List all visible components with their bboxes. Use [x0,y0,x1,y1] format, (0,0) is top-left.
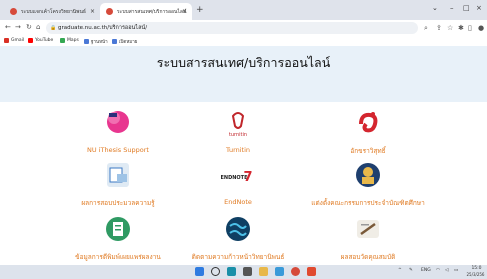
bookmark-star-icon[interactable]: ☆ [447,24,453,32]
tab-title: ระบบสารสนเทศ/บริการออนไลน์ [117,8,187,15]
tray-language[interactable]: ENG [421,268,431,273]
turnitin-logo-icon: turnitin [229,112,247,138]
file-explorer-icon[interactable] [259,267,268,276]
settings-icon[interactable] [243,267,252,276]
tray-up-arrow-icon[interactable]: ^ [398,268,402,273]
akarawisut-logo-icon [359,112,378,133]
minimize-icon[interactable]: – [450,4,454,12]
os-taskbar: ^ ✎ ENG ◠ ◁ ▭ 15:0 25/3/256 [0,265,487,279]
url-field[interactable]: 🔒 graduate.nu.ac.th/บริการออนไลน์/ [46,22,418,34]
exam-result-icon [107,163,129,187]
bookmark-home[interactable]: ฐานหน้า [84,38,108,45]
forward-icon[interactable]: → [15,23,21,31]
store-icon[interactable] [275,267,284,276]
volume-icon[interactable]: ◁ [445,268,448,273]
new-tab-icon[interactable]: + [196,5,204,15]
services-grid: NU iThesis Support turnitin Turnitin อัก… [0,102,487,265]
close-window-icon[interactable]: × [476,4,482,12]
progress-globe-icon [226,217,250,241]
service-qualifying[interactable]: ผลสอบวัดคุณสมบัติ [288,212,448,262]
site-favicon-icon [10,8,17,15]
chrome-icon[interactable] [291,267,300,276]
publication-icon [106,217,130,241]
tab-search-icon[interactable]: ⌄ [432,4,438,12]
reload-icon[interactable]: ↻ [26,23,32,31]
page-title: ระบบสารสนเทศ/บริการออนไลน์ [156,55,331,70]
start-menu-icon[interactable] [195,267,204,276]
endnote-logo-icon: ENDNOTE 7 [221,170,253,185]
tray-pen-icon[interactable]: ✎ [409,268,413,273]
qualifying-exam-icon [357,220,379,238]
edge-icon[interactable] [227,267,236,276]
zoom-icon[interactable]: ⌕ [424,24,428,33]
search-icon[interactable] [211,267,220,276]
svg-text:turnitin: turnitin [229,132,247,138]
profile-icon[interactable]: ● [478,24,484,32]
bookmarks-bar: Gmail YouTube Maps ฐานหน้า เปิดหมาย [0,36,487,46]
site-favicon-icon [106,8,113,15]
service-akarawisut[interactable]: อักขราวิสุทธิ์ [288,106,448,156]
clock-time[interactable]: 15:0 [466,266,487,271]
battery-icon[interactable]: ▭ [454,268,458,273]
back-icon[interactable]: ← [5,23,11,31]
bookmark-youtube[interactable]: YouTube [28,38,53,43]
bookmark-folder-icon [84,39,89,44]
committee-icon [356,163,380,187]
tab-title: ระบบแจกเค้าโครงวิทยานิพนธ์ [21,8,86,15]
clock-date[interactable]: 25/3/256 [464,272,487,277]
bookmark-maps[interactable]: Maps [60,38,79,43]
bookmark-gmail[interactable]: Gmail [4,38,24,43]
tab-inactive[interactable]: ระบบแจกเค้าโครงวิทยานิพนธ์ × [4,3,100,20]
maps-icon [60,38,65,43]
close-tab-icon[interactable]: × [182,8,187,15]
tab-active[interactable]: ระบบสารสนเทศ/บริการออนไลน์ × [100,3,192,20]
sidepanel-icon[interactable]: ▯ [468,24,472,32]
app-icon[interactable] [307,267,316,276]
ithesis-logo-icon [107,111,129,133]
youtube-icon [28,38,33,43]
wifi-icon[interactable]: ◠ [436,268,440,273]
address-toolbar: ← → ↻ ⌂ 🔒 graduate.nu.ac.th/บริการออนไลน… [0,20,487,36]
page-header-banner: ระบบสารสนเทศ/บริการออนไลน์ [0,46,487,102]
close-tab-icon[interactable]: × [90,8,95,15]
bookmark-mail[interactable]: เปิดหมาย [112,38,137,45]
share-icon[interactable]: ⇪ [436,24,442,32]
url-text: graduate.nu.ac.th/บริการออนไลน์/ [58,25,148,31]
gmail-icon [4,38,9,43]
lock-icon: 🔒 [50,25,57,31]
home-icon[interactable]: ⌂ [36,23,40,31]
maximize-icon[interactable]: □ [463,4,470,12]
extensions-icon[interactable]: ✱ [458,24,464,32]
bookmark-folder-icon [112,39,117,44]
browser-tab-bar: ระบบแจกเค้าโครงวิทยานิพนธ์ × ระบบสารสนเท… [0,0,487,20]
service-committee[interactable]: แต่งตั้งคณะกรรมการประจำบัณฑิตศึกษา [288,160,448,210]
svg-text:7: 7 [243,170,252,185]
